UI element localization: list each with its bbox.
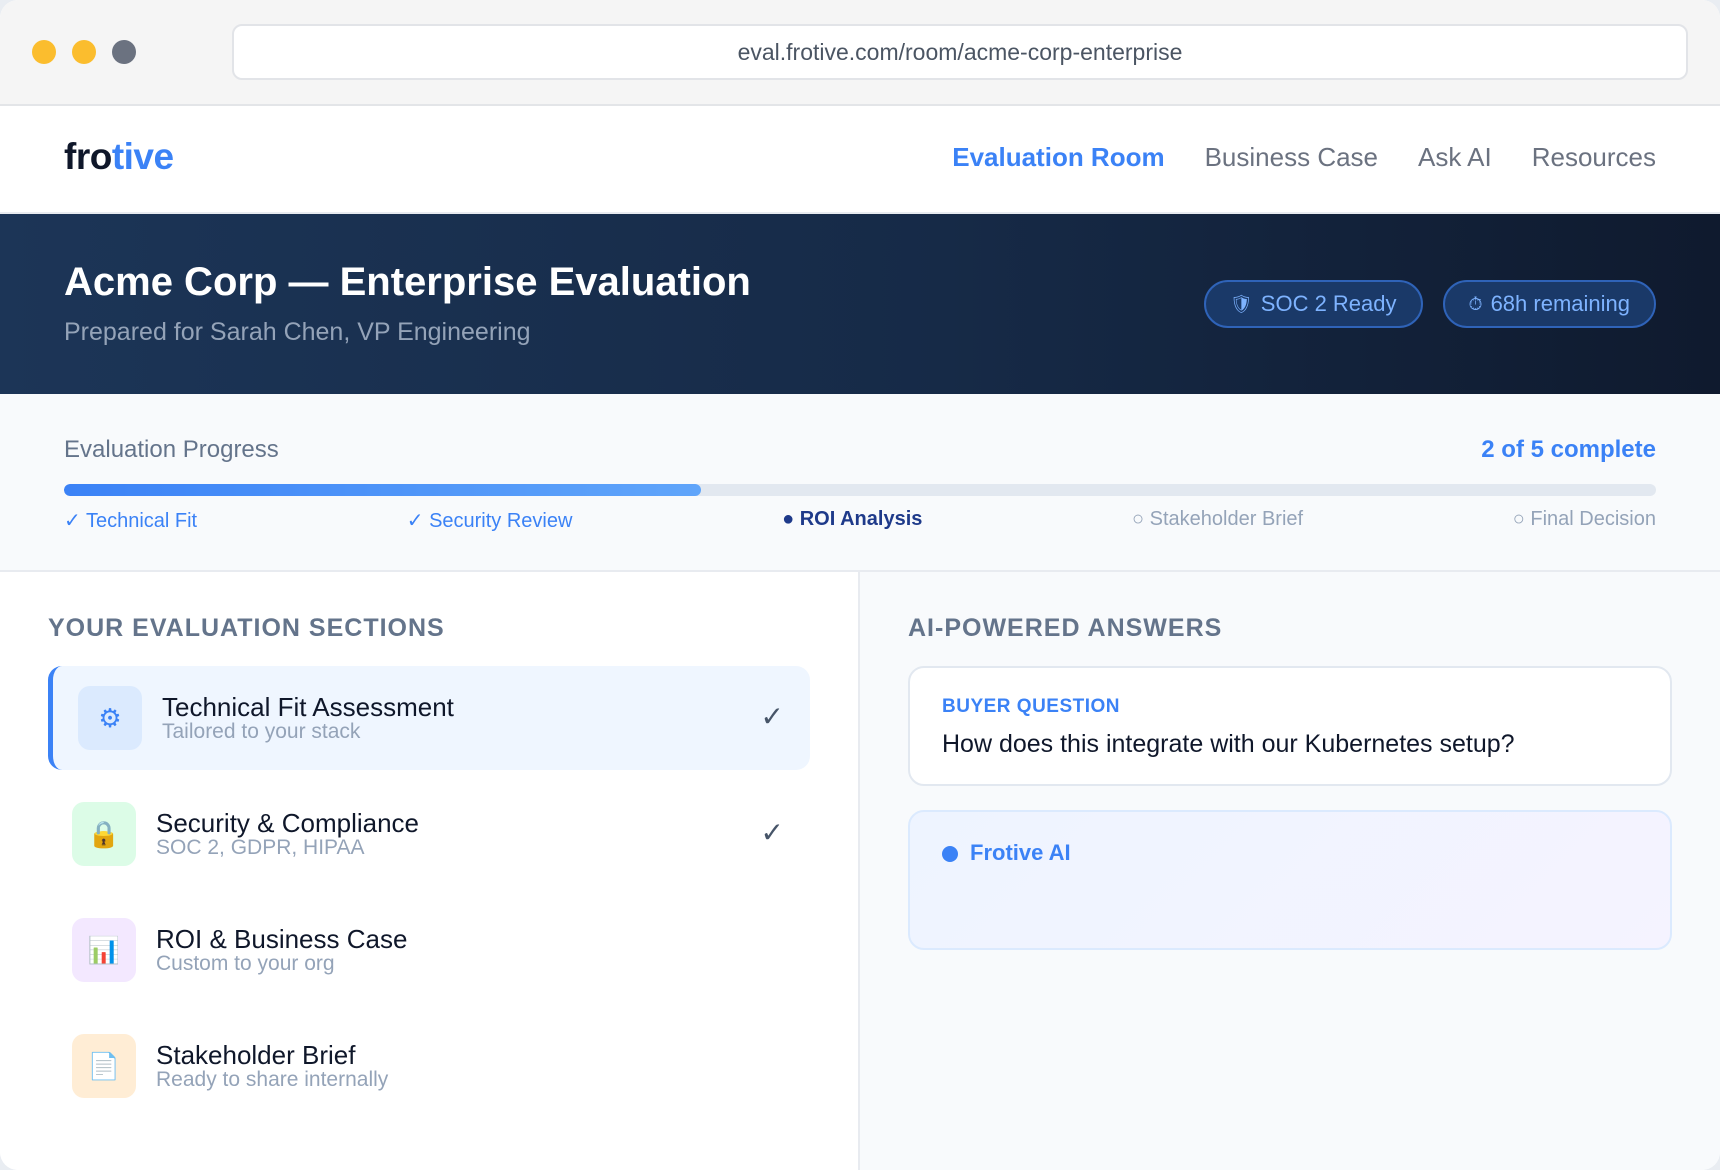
address-bar[interactable]: eval.frotive.com/room/acme-corp-enterpri… — [232, 24, 1688, 80]
section-description: SOC 2, GDPR, HIPAA — [156, 836, 365, 859]
step-security-review[interactable]: ✓ Security Review — [407, 508, 573, 533]
section-roi-business-case[interactable]: 📊 ROI & Business Case Custom to your org — [48, 898, 810, 1002]
progress-label: Evaluation Progress — [64, 436, 279, 463]
progress-count: 2 of 5 complete — [1481, 436, 1656, 463]
window-maximize-dot[interactable] — [112, 40, 136, 64]
section-title: Security & Compliance — [156, 808, 419, 838]
progress-steps: ✓ Technical Fit ✓ Security Review ● ROI … — [64, 508, 1656, 533]
buyer-question-card: BUYER QUESTION How does this integrate w… — [908, 666, 1672, 786]
sections-panel: YOUR EVALUATION SECTIONS ⚙ Technical Fit… — [0, 572, 860, 1170]
step-technical-fit[interactable]: ✓ Technical Fit — [64, 508, 197, 533]
page-title: Acme Corp — Enterprise Evaluation — [64, 260, 751, 304]
window-close-dot[interactable] — [32, 40, 56, 64]
section-security-compliance[interactable]: 🔒 Security & Compliance SOC 2, GDPR, HIP… — [48, 782, 810, 886]
browser-window: eval.frotive.com/room/acme-corp-enterpri… — [0, 0, 1720, 1170]
evaluation-progress: Evaluation Progress 2 of 5 complete ✓ Te… — [0, 394, 1720, 572]
section-description: Ready to share internally — [156, 1068, 389, 1091]
step-final-decision[interactable]: ○ Final Decision — [1513, 508, 1656, 533]
step-roi-analysis[interactable]: ● ROI Analysis — [782, 508, 922, 533]
soc2-badge-label: SOC 2 Ready — [1260, 291, 1397, 316]
question-label: BUYER QUESTION — [942, 696, 1121, 717]
hero-badges: 🛡 SOC 2 Ready ⏱ 68h remaining — [1203, 280, 1656, 328]
sections-heading: YOUR EVALUATION SECTIONS — [48, 614, 445, 642]
chart-icon: 📊 — [72, 918, 136, 982]
frotive-logo[interactable]: frotive — [64, 136, 174, 178]
check-icon: ✓ — [760, 701, 784, 732]
nav-resources[interactable]: Resources — [1532, 142, 1656, 173]
gear-icon: ⚙ — [78, 686, 142, 750]
logo-text-part1: fro — [64, 136, 112, 177]
time-remaining-label: 68h remaining — [1490, 291, 1630, 316]
shield-icon: 🛡 — [1229, 293, 1253, 314]
browser-chrome: eval.frotive.com/room/acme-corp-enterpri… — [0, 0, 1720, 106]
progress-track — [64, 484, 1656, 496]
nav-business-case[interactable]: Business Case — [1205, 142, 1378, 173]
section-title: ROI & Business Case — [156, 924, 408, 954]
section-technical-fit[interactable]: ⚙ Technical Fit Assessment Tailored to y… — [48, 666, 810, 770]
section-title: Technical Fit Assessment — [162, 692, 454, 722]
sections-list: ⚙ Technical Fit Assessment Tailored to y… — [48, 666, 810, 1130]
ai-assistant-name: Frotive AI — [970, 840, 1071, 865]
document-icon: 📄 — [72, 1034, 136, 1098]
progress-fill — [64, 484, 701, 496]
section-title: Stakeholder Brief — [156, 1040, 356, 1070]
top-navigation: frotive Evaluation Room Business Case As… — [0, 106, 1720, 214]
ai-status-dot-icon — [942, 846, 958, 862]
nav-evaluation-room[interactable]: Evaluation Room — [952, 142, 1164, 173]
ai-answers-panel: AI-POWERED ANSWERS BUYER QUESTION How do… — [860, 572, 1720, 1170]
hero-banner: Acme Corp — Enterprise Evaluation Prepar… — [0, 214, 1720, 394]
nav-ask-ai[interactable]: Ask AI — [1418, 142, 1492, 173]
lock-icon: 🔒 — [72, 802, 136, 866]
nav-links: Evaluation Room Business Case Ask AI Res… — [952, 142, 1656, 173]
main-content: YOUR EVALUATION SECTIONS ⚙ Technical Fit… — [0, 572, 1720, 1170]
page-subtitle: Prepared for Sarah Chen, VP Engineering — [64, 318, 531, 346]
section-stakeholder-brief[interactable]: 📄 Stakeholder Brief Ready to share inter… — [48, 1014, 810, 1118]
step-stakeholder-brief[interactable]: ○ Stakeholder Brief — [1132, 508, 1303, 533]
check-icon: ✓ — [760, 817, 784, 848]
section-description: Custom to your org — [156, 952, 335, 975]
ai-heading: AI-POWERED ANSWERS — [908, 614, 1223, 642]
logo-text-part2: tive — [111, 136, 174, 177]
clock-icon: ⏱ — [1468, 293, 1483, 314]
time-remaining-badge: ⏱ 68h remaining — [1442, 280, 1656, 328]
section-description: Tailored to your stack — [162, 720, 361, 743]
soc2-badge: 🛡 SOC 2 Ready — [1203, 280, 1423, 328]
question-text: How does this integrate with our Kuberne… — [942, 730, 1515, 758]
ai-answer-card: Frotive AI — [908, 810, 1672, 950]
window-minimize-dot[interactable] — [72, 40, 96, 64]
